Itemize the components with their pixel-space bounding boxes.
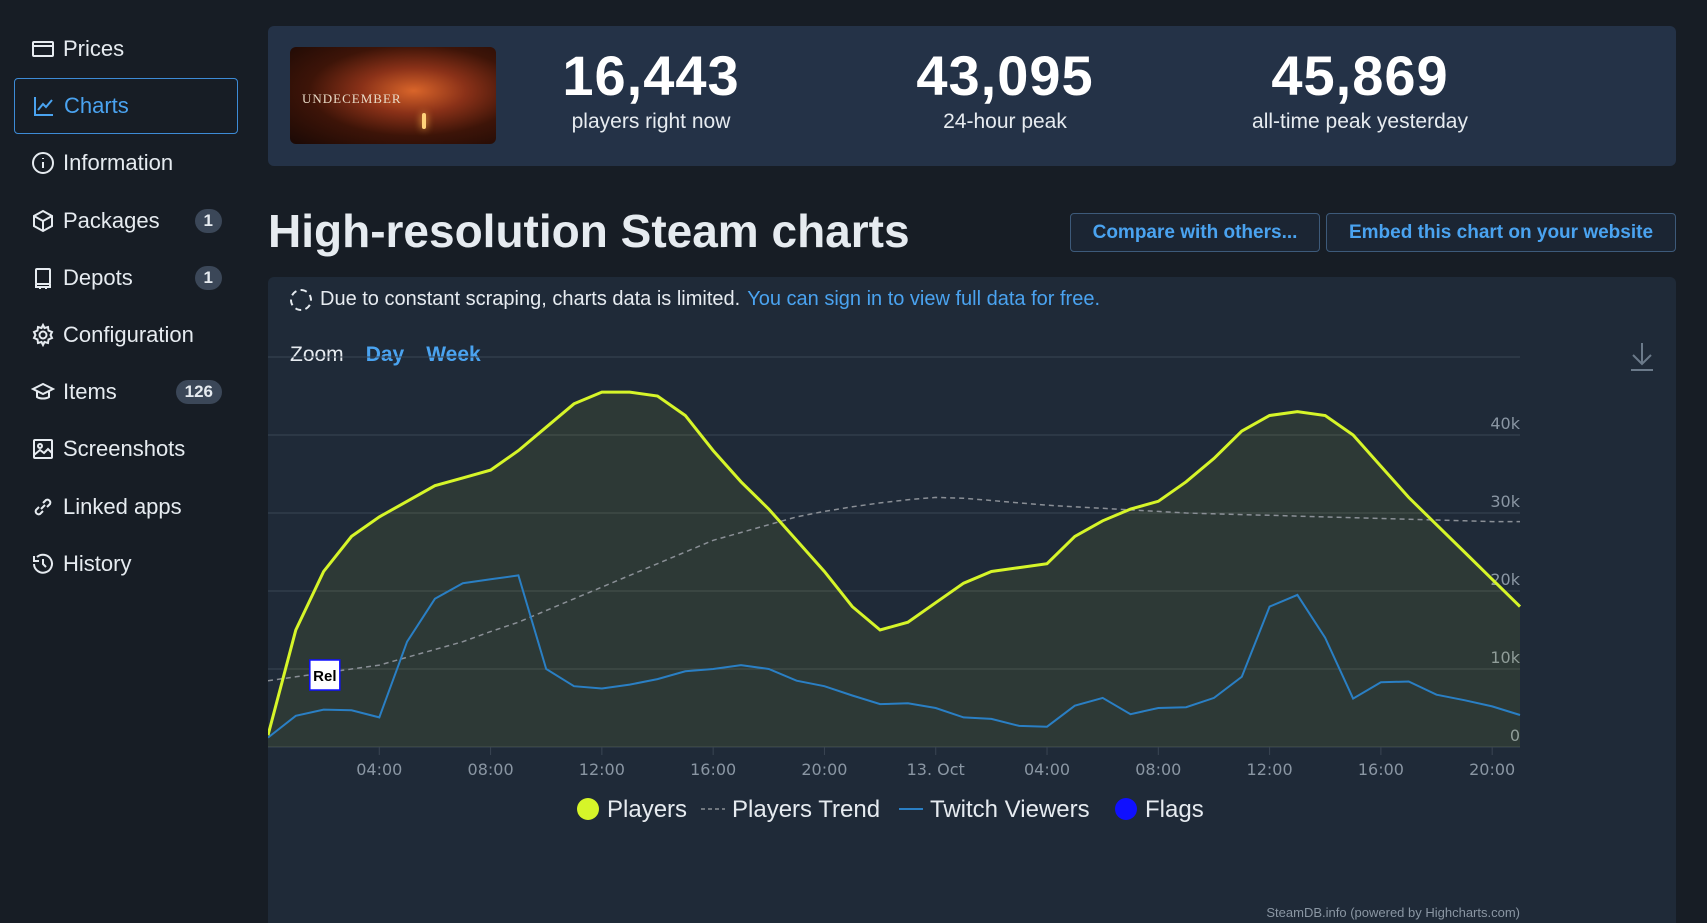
stats-header: UNDECEMBER 16,443 players right now 43,0… xyxy=(268,26,1676,166)
y-tick-label: 30k xyxy=(1490,492,1520,511)
sidebar-item-label: Depots xyxy=(63,264,133,290)
peak-24h-label: 24-hour peak xyxy=(943,110,1067,133)
x-tick-label: 16:00 xyxy=(1358,760,1404,779)
count-badge: 126 xyxy=(175,380,222,405)
link-icon xyxy=(31,495,55,519)
x-tick-label: 04:00 xyxy=(356,760,402,779)
x-tick-label: 08:00 xyxy=(1135,760,1181,779)
sidebar-item-label: Prices xyxy=(63,36,125,61)
x-tick-label: 12:00 xyxy=(1247,760,1293,779)
legend-label: Twitch Viewers xyxy=(930,796,1090,823)
embed-chart-button[interactable]: Embed this chart on your website xyxy=(1326,213,1676,252)
compare-button[interactable]: Compare with others... xyxy=(1070,213,1320,252)
sidebar-item-prices[interactable]: Prices xyxy=(14,21,238,77)
player-count-chart: 010k20k30k40k04:0008:0012:0016:0020:0013… xyxy=(268,356,1522,920)
count-badge: 1 xyxy=(194,265,222,290)
prices-icon xyxy=(31,37,55,61)
legend-label: Players xyxy=(607,796,687,823)
players-legend-icon xyxy=(577,798,599,820)
current-players-stat: 16,443 players right now xyxy=(501,44,801,134)
legend-label: Players Trend xyxy=(732,796,880,823)
sidebar-item-label: Packages xyxy=(63,207,160,233)
x-tick-label: 20:00 xyxy=(801,760,847,779)
peak-24h-value: 43,095 xyxy=(916,44,1094,107)
release-flag-label: Rel xyxy=(313,668,336,685)
candle-flame-graphic xyxy=(422,113,426,129)
sidebar-item-information[interactable]: Information xyxy=(14,135,238,191)
sidebar-item-charts[interactable]: Charts xyxy=(14,78,238,135)
all-time-peak-stat: 45,869 all-time peak yesterday xyxy=(1210,44,1510,134)
sidebar-item-history[interactable]: History xyxy=(14,536,238,592)
sidebar: Prices Charts Information Packages 1 Depots 1 C… xyxy=(0,0,262,923)
sidebar-item-packages[interactable]: Packages 1 xyxy=(14,193,238,249)
sidebar-item-label: History xyxy=(63,550,132,576)
sidebar-item-label: Information xyxy=(63,150,174,176)
page-title: High-resolution Steam charts xyxy=(268,205,910,257)
current-players-label: players right now xyxy=(571,110,731,133)
charts-icon xyxy=(32,94,56,118)
depot-icon xyxy=(31,266,55,290)
all-time-peak-label: all-time peak yesterday xyxy=(1252,110,1468,133)
sidebar-item-configuration[interactable]: Configuration xyxy=(14,307,238,363)
graduation-cap-icon xyxy=(31,380,55,404)
game-logo-text: UNDECEMBER xyxy=(302,91,402,106)
current-players-value: 16,443 xyxy=(562,44,740,107)
image-icon xyxy=(31,437,55,461)
legend-label: Flags xyxy=(1145,796,1204,823)
y-tick-label: 40k xyxy=(1490,414,1520,433)
game-thumbnail[interactable]: UNDECEMBER xyxy=(290,47,496,144)
x-tick-label: 08:00 xyxy=(468,760,514,779)
players-area xyxy=(268,392,1520,747)
sidebar-item-label: Screenshots xyxy=(63,436,186,462)
gear-icon xyxy=(31,323,55,347)
x-tick-label: 13. Oct xyxy=(907,760,965,779)
info-icon xyxy=(31,151,55,175)
peak-24h-stat: 43,095 24-hour peak xyxy=(855,44,1155,134)
x-tick-label: 04:00 xyxy=(1024,760,1070,779)
package-icon xyxy=(31,209,55,233)
sidebar-item-linked-apps[interactable]: Linked apps xyxy=(14,479,238,535)
sidebar-item-label: Charts xyxy=(64,93,129,119)
x-tick-label: 12:00 xyxy=(579,760,625,779)
sidebar-item-items[interactable]: Items 126 xyxy=(14,364,238,420)
count-badge: 1 xyxy=(194,208,222,233)
history-icon xyxy=(31,552,55,576)
chart-panel: Due to constant scraping, charts data is… xyxy=(268,277,1676,923)
chart-credit: SteamDB.info (powered by Highcharts.com) xyxy=(1266,905,1520,920)
all-time-peak-value: 45,869 xyxy=(1271,44,1449,107)
sidebar-item-depots[interactable]: Depots 1 xyxy=(14,250,238,306)
sidebar-item-label: Configuration xyxy=(63,322,194,347)
sidebar-item-screenshots[interactable]: Screenshots xyxy=(14,421,238,477)
sidebar-item-label: Items xyxy=(63,379,117,405)
sidebar-item-label: Linked apps xyxy=(63,493,182,519)
x-tick-label: 16:00 xyxy=(690,760,736,779)
flags-legend-icon xyxy=(1115,798,1137,820)
x-tick-label: 20:00 xyxy=(1469,760,1515,779)
